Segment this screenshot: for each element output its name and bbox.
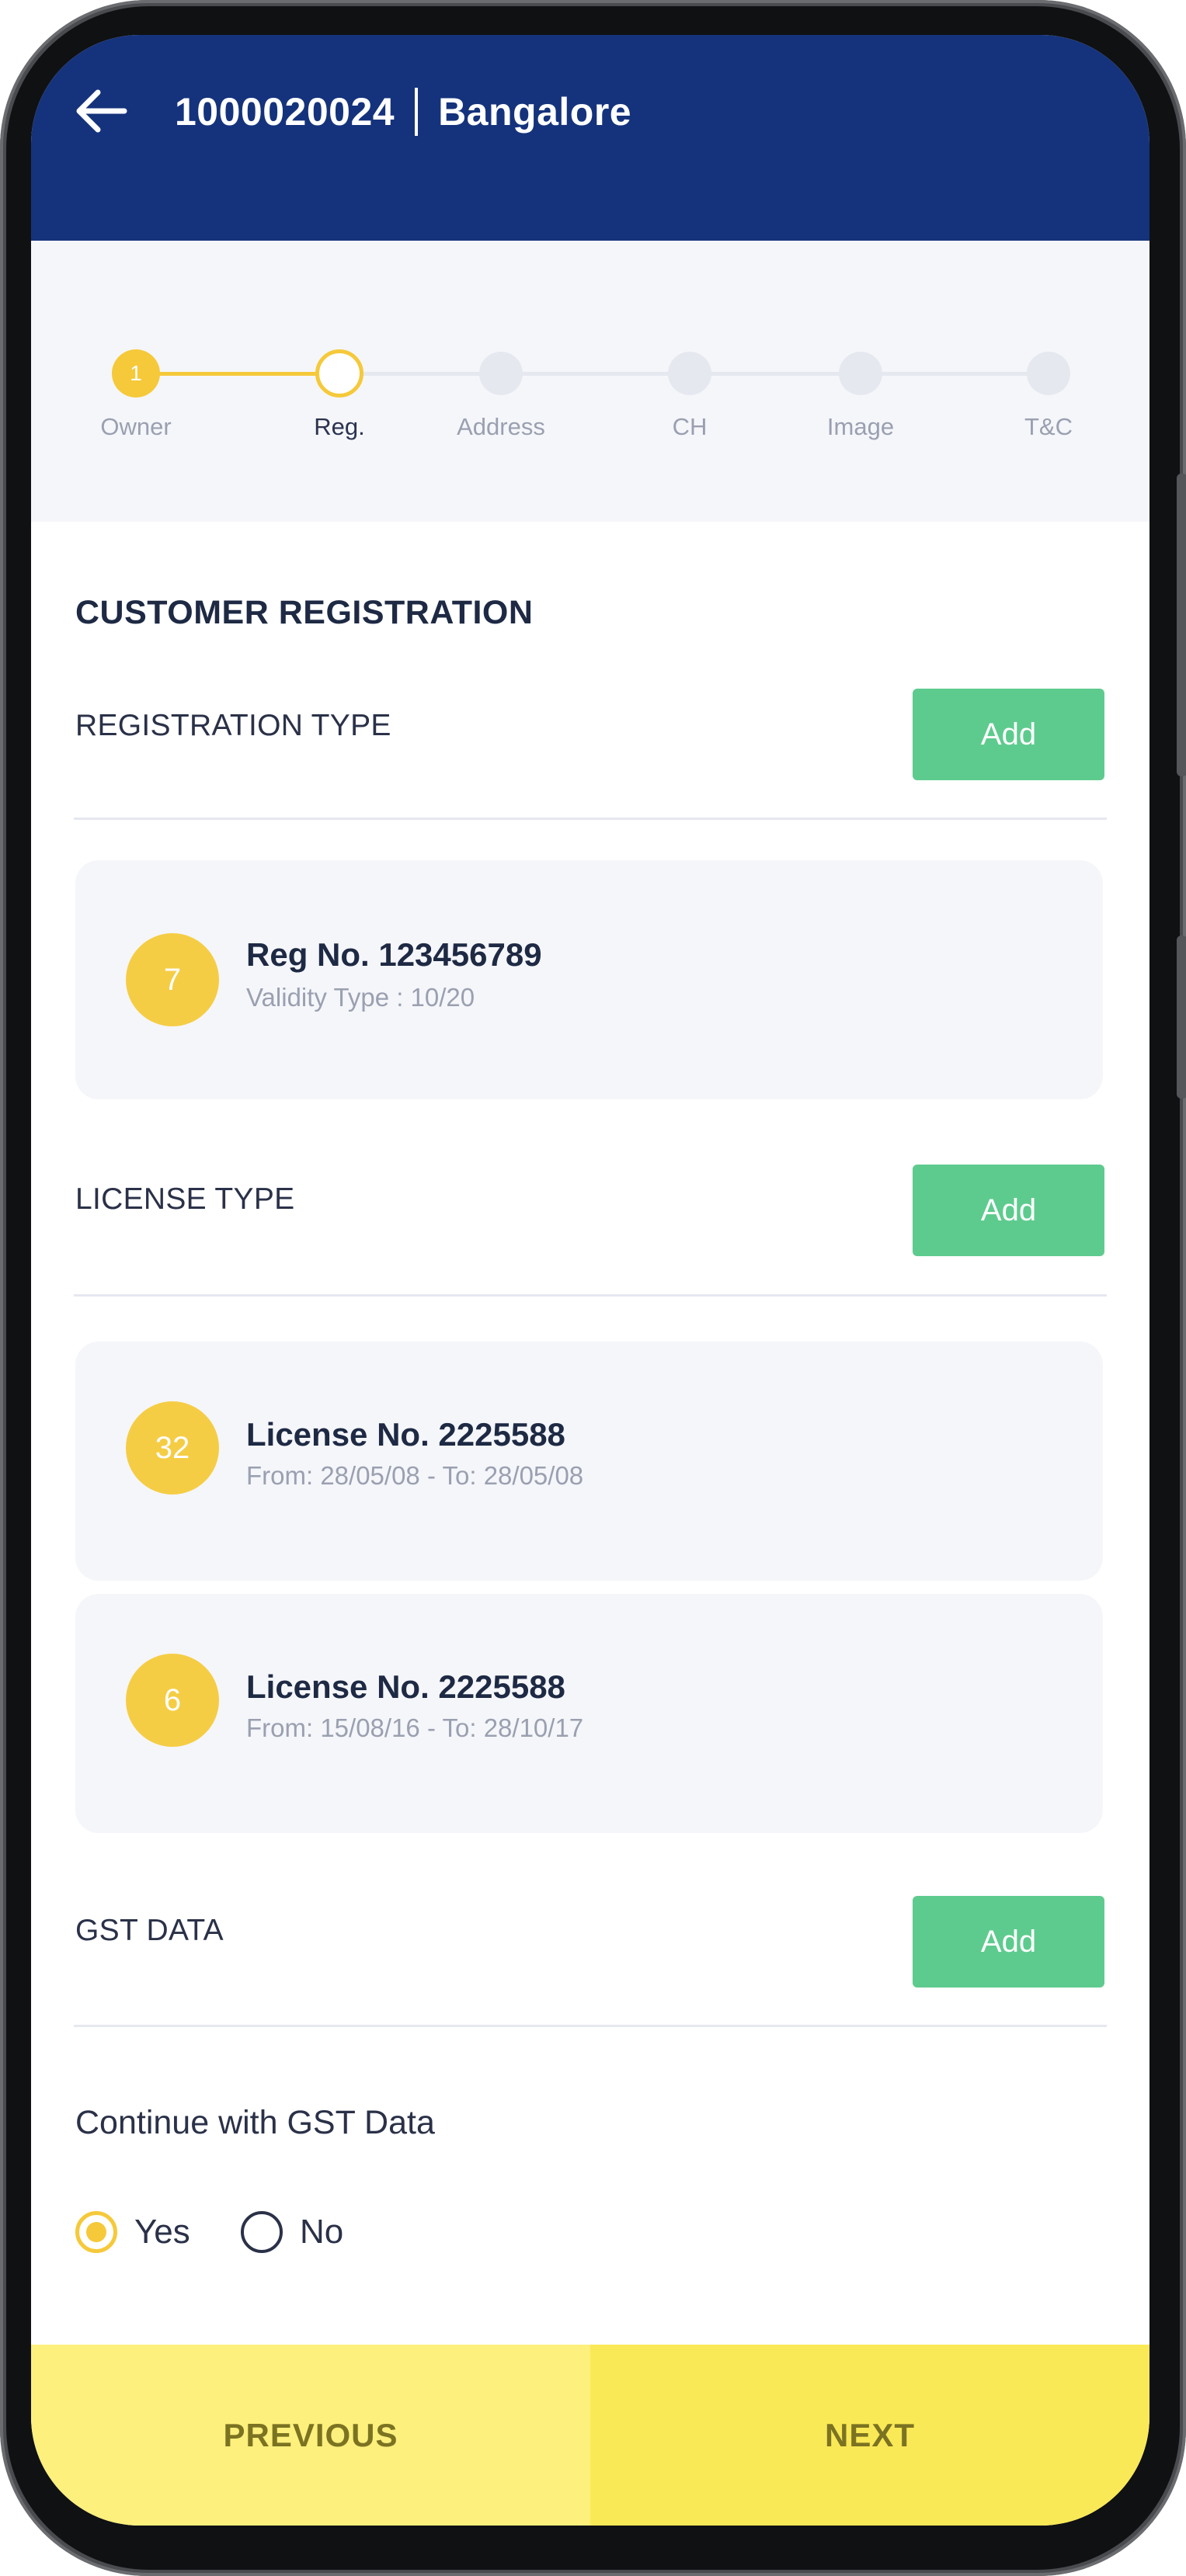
volume-button: [1177, 474, 1186, 776]
title-separator: [415, 87, 419, 136]
gst-yes-label: Yes: [134, 2213, 190, 2251]
gst-no-label: No: [300, 2213, 344, 2251]
gst-yes-radio[interactable]: Yes: [75, 2205, 190, 2259]
add-gst-button[interactable]: Add: [913, 1896, 1104, 1988]
radio-unselected-icon[interactable]: [241, 2211, 283, 2253]
step-ch-label: CH: [672, 413, 708, 440]
step-address-dot[interactable]: [479, 352, 523, 395]
registration-type-label: REGISTRATION TYPE: [75, 709, 391, 742]
gst-no-radio[interactable]: No: [241, 2205, 343, 2259]
step-owner-label: Owner: [100, 413, 172, 440]
radio-selected-icon[interactable]: [75, 2211, 117, 2253]
license-number: License No. 2225588: [246, 1668, 565, 1705]
divider: [74, 818, 1107, 820]
registration-number: Reg No. 123456789: [246, 936, 542, 973]
step-ch-dot[interactable]: [668, 352, 711, 395]
gst-question: Continue with GST Data: [75, 2104, 435, 2141]
step-owner-dot[interactable]: 1: [112, 349, 160, 398]
progress-stepper: 1 Owner Reg. Address CH Image T&C: [31, 241, 1149, 522]
license-badge: 6: [126, 1654, 219, 1747]
step-image-dot[interactable]: [839, 352, 882, 395]
license-validity: From: 28/05/08 - To: 28/05/08: [246, 1461, 584, 1490]
license-number: License No. 2225588: [246, 1416, 565, 1453]
bottom-action-bar: PREVIOUS NEXT: [31, 2345, 1149, 2526]
app-header: 1000020024 Bangalore: [31, 35, 1149, 241]
app-screen: 1000020024 Bangalore 1 Owner Reg. Address…: [31, 35, 1149, 2526]
step-tc-label: T&C: [1024, 413, 1073, 440]
phone-frame: 1000020024 Bangalore 1 Owner Reg. Address…: [0, 0, 1186, 2576]
step-address-label: Address: [457, 413, 545, 440]
page-title: 1000020024 Bangalore: [175, 87, 632, 139]
license-card[interactable]: 6 License No. 2225588 From: 15/08/16 - T…: [75, 1594, 1103, 1833]
registration-validity: Validity Type : 10/20: [246, 983, 475, 1012]
divider: [74, 2025, 1107, 2027]
customer-id: 1000020024: [175, 90, 395, 134]
license-card[interactable]: 32 License No. 2225588 From: 28/05/08 - …: [75, 1342, 1103, 1581]
registration-card[interactable]: 7 Reg No. 123456789 Validity Type : 10/2…: [75, 860, 1103, 1099]
city-name: Bangalore: [438, 90, 632, 134]
license-validity: From: 15/08/16 - To: 28/10/17: [246, 1713, 584, 1742]
add-registration-button[interactable]: Add: [913, 689, 1104, 780]
step-reg-dot[interactable]: [315, 349, 363, 398]
stepper-track-done: [136, 372, 339, 376]
gst-data-label: GST DATA: [75, 1914, 224, 1947]
license-badge: 32: [126, 1401, 219, 1495]
next-button[interactable]: NEXT: [590, 2345, 1149, 2526]
add-license-button[interactable]: Add: [913, 1165, 1104, 1256]
step-reg-label: Reg.: [314, 413, 365, 440]
arrow-left-icon[interactable]: [70, 80, 132, 142]
power-button: [1177, 936, 1186, 1099]
step-image-label: Image: [826, 413, 895, 440]
previous-button[interactable]: PREVIOUS: [31, 2345, 590, 2526]
divider: [74, 1294, 1107, 1297]
license-type-label: LICENSE TYPE: [75, 1182, 295, 1216]
registration-badge: 7: [126, 933, 219, 1026]
section-title: CUSTOMER REGISTRATION: [75, 594, 534, 631]
step-tc-dot[interactable]: [1027, 352, 1070, 395]
